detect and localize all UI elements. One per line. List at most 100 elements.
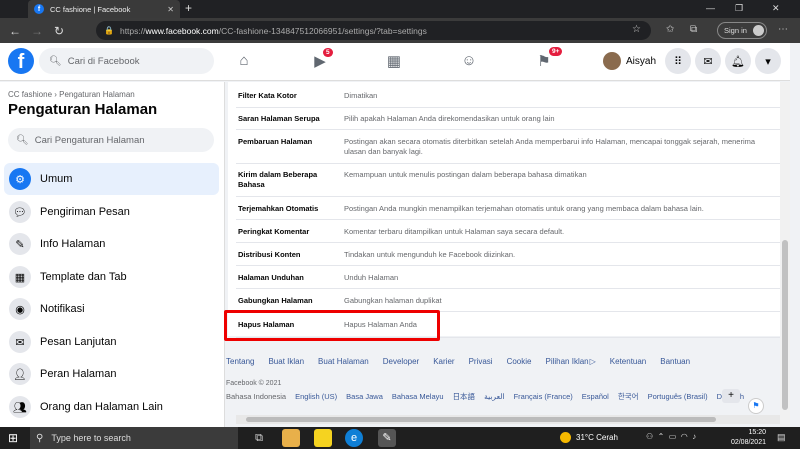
sidebar-item-label: Peran Halaman <box>40 368 117 380</box>
marketplace-icon[interactable]: ▦ <box>384 52 404 70</box>
close-window-icon[interactable]: ✕ <box>772 3 780 14</box>
people-icon[interactable]: ⚇ <box>646 432 653 441</box>
file-explorer-icon[interactable] <box>282 429 300 447</box>
language-link[interactable]: Português (Brasil) <box>648 392 708 401</box>
sidebar-item-label: Pengiriman Pesan <box>40 206 130 218</box>
vertical-scroll-thumb[interactable] <box>782 240 788 410</box>
language-link[interactable]: العربية <box>484 392 505 401</box>
search-icon: ⚲ <box>36 432 44 444</box>
footer-link[interactable]: Developer <box>383 357 419 366</box>
footer-link[interactable]: Tentang <box>226 357 254 366</box>
sidebar-item-info-halaman[interactable]: ✎ Info Halaman <box>4 228 219 260</box>
weather-widget[interactable]: 31°C Cerah <box>560 432 618 443</box>
sidebar-item-label: Info Halaman <box>40 238 106 250</box>
windows-start-icon[interactable]: ⊞ <box>8 431 18 445</box>
minimize-icon[interactable]: — <box>706 3 715 13</box>
setting-value: Gabungkan halaman duplikat <box>344 296 442 305</box>
sidebar-item-orang-dan-halaman-lain[interactable]: 👥︎ Orang dan Halaman Lain <box>4 391 219 423</box>
favorites-icon[interactable]: ✩ <box>666 24 674 35</box>
setting-name: Distribusi Konten <box>238 250 301 259</box>
new-tab-icon[interactable]: + <box>185 1 192 15</box>
setting-row-kirim-dalam-beberapa-bahasa[interactable]: Kirim dalam Beberapa Bahasa Kemampuan unt… <box>236 164 780 197</box>
footer-link[interactable]: Buat Halaman <box>318 357 369 366</box>
profile-name: Aisyah <box>626 55 657 67</box>
url-domain: www.facebook.com <box>145 25 219 36</box>
close-tab-icon[interactable]: ✕ <box>167 5 174 14</box>
settings-search-input[interactable]: 🔍︎ Cari Pengaturan Halaman <box>8 128 214 152</box>
footer-link[interactable]: Pilihan Iklan <box>545 357 588 366</box>
setting-name: Terjemahkan Otomatis <box>238 204 319 213</box>
sign-in-button[interactable]: Sign in <box>717 22 767 39</box>
system-tray[interactable]: ⚇ ⌃ ▭ ◠ ♪ <box>646 432 696 441</box>
temperature: 31°C <box>576 433 594 442</box>
battery-icon[interactable]: ▭ <box>669 432 677 441</box>
groups-icon[interactable]: ☺ <box>459 52 479 69</box>
messenger-icon[interactable]: ✉ <box>695 48 721 74</box>
sidebar-item-label: Orang dan Halaman Lain <box>40 401 163 413</box>
notification-center-icon[interactable]: ▤ <box>777 432 786 443</box>
taskbar-clock[interactable]: 15:20 02/08/2021 <box>726 428 766 448</box>
restore-icon[interactable]: ❐ <box>735 3 743 14</box>
language-link[interactable]: Français (France) <box>514 392 573 401</box>
search-placeholder: Cari di Facebook <box>67 55 140 67</box>
sidebar-item-pengiriman-pesan[interactable]: 💬︎ Pengiriman Pesan <box>4 196 219 228</box>
url-field[interactable]: 🔒 https://www.facebook.com/CC-fashione-1… <box>96 21 651 40</box>
home-icon[interactable]: ⌂ <box>234 52 254 69</box>
facebook-logo-icon[interactable]: f <box>8 48 34 74</box>
language-link[interactable]: Español <box>582 392 609 401</box>
setting-row-peringkat-komentar[interactable]: Peringkat Komentar Komentar terbaru ditam… <box>236 220 780 243</box>
language-link[interactable]: Basa Jawa <box>346 392 383 401</box>
search-icon: 🔍︎ <box>49 55 62 67</box>
add-favorite-icon[interactable]: ☆ <box>632 24 641 35</box>
setting-row-distribusi-konten[interactable]: Distribusi Konten Tindakan untuk mengundu… <box>236 243 780 266</box>
sidebar-item-notifikasi[interactable]: ◉ Notifikasi <box>4 293 219 325</box>
profile-avatar-icon <box>753 25 764 36</box>
edge-browser-icon[interactable]: e <box>345 429 363 447</box>
profile-link[interactable]: Aisyah <box>603 50 656 72</box>
paint-icon[interactable]: ✎ <box>378 429 396 447</box>
footer-link[interactable]: Bantuan <box>660 357 690 366</box>
setting-row-terjemahkan-otomatis[interactable]: Terjemahkan Otomatis Postingan Anda mungk… <box>236 197 780 220</box>
setting-name: Kirim dalam Beberapa Bahasa <box>238 170 318 189</box>
language-link[interactable]: English (US) <box>295 392 337 401</box>
sidebar-item-pesan-lanjutan[interactable]: ✉ Pesan Lanjutan <box>4 326 219 358</box>
chevron-up-icon[interactable]: ⌃ <box>658 432 665 441</box>
setting-row-halaman-unduhan[interactable]: Halaman Unduhan Unduh Halaman <box>236 266 780 289</box>
collections-icon[interactable]: ⧉ <box>690 24 697 35</box>
browser-tab[interactable]: f CC fashione | Facebook ✕ <box>28 0 180 18</box>
footer-link[interactable]: Buat Iklan <box>268 357 304 366</box>
more-languages-button[interactable]: + <box>722 389 740 403</box>
footer-link[interactable]: Cookie <box>507 357 532 366</box>
network-icon[interactable]: ◠ <box>681 432 688 441</box>
setting-row-saran-halaman-serupa[interactable]: Saran Halaman Serupa Pilih apakah Halaman… <box>236 108 780 130</box>
sidebar-item-template-dan-tab[interactable]: ▦ Template dan Tab <box>4 261 219 293</box>
sidebar-item-peran-halaman[interactable]: 👤︎ Peran Halaman <box>4 358 219 390</box>
horizontal-scroll-thumb[interactable] <box>246 417 716 422</box>
language-link[interactable]: Bahasa Melayu <box>392 392 444 401</box>
more-menu-icon[interactable]: ⋯ <box>778 24 788 35</box>
refresh-icon[interactable]: ↻ <box>48 24 70 38</box>
back-icon[interactable]: ← <box>4 24 26 38</box>
footer-link[interactable]: Ketentuan <box>610 357 646 366</box>
volume-icon[interactable]: ♪ <box>692 432 696 441</box>
forward-icon[interactable]: → <box>26 24 48 38</box>
taskbar-search-input[interactable]: ⚲ Type here to search <box>30 427 238 449</box>
task-view-icon[interactable]: ⧉ <box>250 429 268 447</box>
language-link[interactable]: 한국어 <box>618 392 639 401</box>
setting-row-filter-kata-kotor[interactable]: Filter Kata Kotor Dimatikan <box>236 86 780 108</box>
page-title: Pengaturan Halaman <box>8 101 158 118</box>
ad-choices-icon[interactable]: ▷ <box>590 357 596 366</box>
account-dropdown-icon[interactable]: ▾ <box>755 48 781 74</box>
feedback-icon[interactable]: ⚑ <box>748 398 764 414</box>
footer-link[interactable]: Privasi <box>469 357 493 366</box>
language-link[interactable]: 日本語 <box>453 392 476 401</box>
facebook-search-input[interactable]: 🔍︎ Cari di Facebook <box>39 48 214 74</box>
sidebar-item-umum[interactable]: ⚙ Umum <box>4 163 219 195</box>
sticky-notes-icon[interactable] <box>314 429 332 447</box>
footer-link[interactable]: Karier <box>433 357 454 366</box>
setting-row-pembaruan-halaman[interactable]: Pembaruan Halaman Postingan akan secara o… <box>236 130 780 164</box>
bell-icon[interactable]: 🔔︎ <box>725 48 751 74</box>
setting-row-gabungkan-halaman[interactable]: Gabungkan Halaman Gabungkan halaman dupli… <box>236 289 780 312</box>
menu-grid-icon[interactable]: ⠿ <box>665 48 691 74</box>
breadcrumb[interactable]: CC fashione › Pengaturan Halaman <box>8 90 135 99</box>
